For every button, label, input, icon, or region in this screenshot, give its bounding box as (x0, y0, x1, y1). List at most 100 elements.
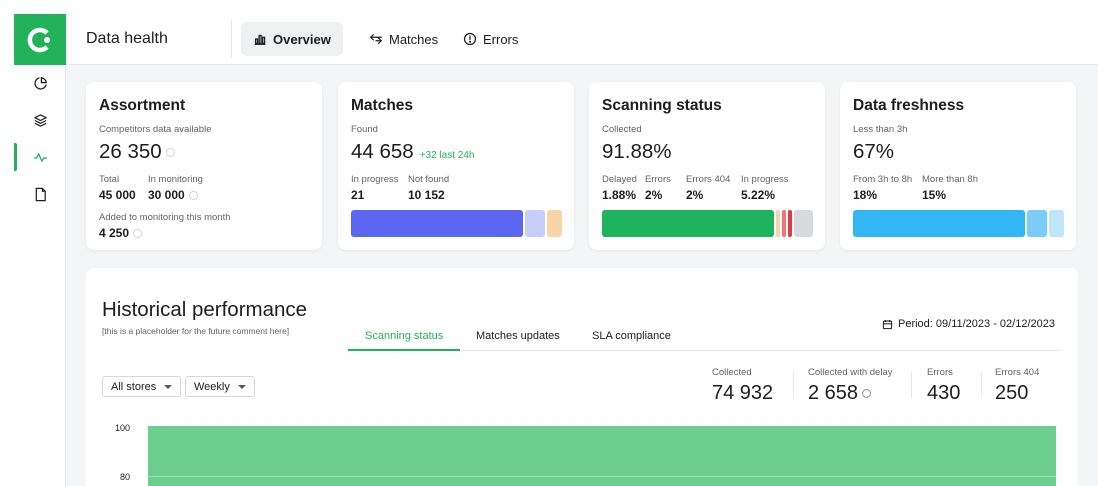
sidebar-item-dashboard[interactable] (14, 69, 66, 97)
added-label: Added to monitoring this month (99, 212, 231, 223)
store-dropdown[interactable]: All stores (102, 376, 182, 397)
freshness-bar (853, 210, 1064, 237)
card-title: Scanning status (602, 97, 722, 114)
tab-scanning-status[interactable]: Scanning status (365, 330, 443, 342)
bar-chart-icon (254, 34, 266, 45)
tab-sla-compliance[interactable]: SLA compliance (592, 330, 671, 342)
period-selector[interactable]: Period: 09/11/2023 - 02/12/2023 (882, 318, 1055, 330)
tab-errors[interactable]: Errors (451, 22, 530, 56)
period-label: Period: 09/11/2023 - 02/12/2023 (898, 318, 1055, 330)
stat-delay-value-wrap: 2 658 (808, 382, 872, 405)
stat-divider (793, 372, 794, 398)
card-matches: Matches Found 44 658 +32 last 24h In prog… (338, 82, 574, 250)
stat-collected-value: 74 932 (712, 382, 774, 404)
arrows-swap-icon (370, 34, 382, 44)
collected-label: Collected (602, 124, 642, 135)
interval-dropdown-value: Weekly (194, 380, 230, 393)
not-found-value: 10 152 (408, 188, 445, 202)
more-than-8h-label: More than 8h (922, 174, 978, 185)
monitoring-label: In monitoring (148, 174, 203, 185)
more-than-8h-value: 15% (922, 188, 947, 202)
info-icon[interactable] (165, 148, 175, 158)
bar-segment-3h-to-8h[interactable] (1027, 210, 1047, 237)
tab-overview[interactable]: Overview (241, 22, 343, 56)
card-title: Assortment (99, 97, 186, 114)
stat-errors-404-value: 250 (995, 382, 1029, 404)
tab-overview-label: Overview (273, 31, 331, 47)
bar-segment-more-than-8h[interactable] (1049, 210, 1064, 237)
card-title: Data freshness (853, 97, 965, 114)
in-progress-value: 21 (351, 188, 365, 202)
y-tick-label: 80 (119, 472, 130, 482)
info-icon[interactable] (133, 229, 143, 239)
less-than-3h-value: 67% (853, 140, 895, 163)
info-icon[interactable] (188, 191, 198, 201)
3h-to-8h-label: From 3h to 8h (853, 174, 913, 185)
tab-matches-updates[interactable]: Matches updates (476, 330, 560, 342)
app-frame: Data health Overview Matches Errors Asso… (14, 14, 1098, 486)
stat-divider (911, 372, 912, 398)
tab-matches[interactable]: Matches (357, 22, 450, 56)
card-scanning-status: Scanning status Collected 91.88% Delayed… (589, 82, 825, 250)
stat-errors-404-label: Errors 404 (995, 367, 1040, 378)
interval-dropdown[interactable]: Weekly (185, 376, 255, 397)
scanning-bar (602, 210, 813, 237)
stat-delay-label: Collected with delay (808, 367, 893, 378)
3h-to-8h-value: 18% (853, 188, 878, 202)
bar-segment-collected[interactable] (602, 210, 774, 237)
tab-errors-label: Errors (483, 31, 519, 47)
y-tick-label: 100 (114, 423, 130, 433)
bar-segment-not-found[interactable] (547, 210, 562, 237)
stat-delay-value: 2 658 (808, 382, 859, 404)
grid-line (148, 476, 1056, 477)
top-bar: Data health Overview Matches Errors (66, 14, 1098, 65)
info-icon[interactable] (862, 389, 872, 399)
active-tab-indicator (348, 349, 460, 351)
monitoring-value-wrap: 30 000 (148, 188, 198, 202)
stat-errors-value: 430 (927, 382, 961, 404)
bar-segment-in-progress[interactable] (525, 210, 545, 237)
layers-icon (33, 113, 47, 127)
card-assortment: Assortment Competitors data available 26… (86, 82, 322, 250)
bar-segment-errors-404[interactable] (788, 210, 792, 237)
errors-404-value: 2% (686, 188, 704, 202)
page-title: Data health (86, 30, 168, 47)
section-subtitle: [this is a placeholder for the future co… (102, 326, 290, 336)
pie-chart-icon (33, 76, 47, 90)
bar-segment-delayed[interactable] (776, 210, 780, 237)
errors-404-label: Errors 404 (686, 174, 731, 185)
bar-segment-found[interactable] (351, 210, 523, 237)
less-than-3h-label: Less than 3h (853, 124, 908, 135)
sidebar-item-activity[interactable] (14, 143, 66, 171)
topbar-divider (231, 20, 232, 58)
scan-in-progress-label: In progress (741, 174, 789, 185)
bar-segment-in-progress[interactable] (794, 210, 813, 237)
added-value: 4 250 (99, 226, 130, 240)
bar-segment-errors[interactable] (782, 210, 786, 237)
caret-down-icon (237, 384, 246, 389)
card-title: Matches (351, 97, 414, 114)
found-label: Found (351, 124, 378, 135)
delayed-label: Delayed (602, 174, 637, 185)
bar-segment-less-than-3h[interactable] (853, 210, 1025, 237)
sidebar-item-documents[interactable] (14, 180, 66, 208)
in-progress-label: In progress (351, 174, 399, 185)
total-label: Total (99, 174, 120, 185)
available-value: 26 350 (99, 140, 162, 163)
not-found-label: Not found (408, 174, 450, 185)
available-label: Competitors data available (99, 124, 212, 135)
added-value-wrap: 4 250 (99, 226, 143, 240)
matches-bar (351, 210, 562, 237)
calendar-icon (882, 319, 893, 329)
document-icon (35, 187, 46, 201)
chart-bar[interactable] (148, 426, 1056, 486)
alert-circle-icon (463, 32, 477, 46)
card-data-freshness: Data freshness Less than 3h 67% From 3h … (840, 82, 1076, 250)
logo[interactable] (14, 14, 66, 65)
sidebar-item-layers[interactable] (14, 106, 66, 134)
available-value-wrap: 26 350 (99, 140, 175, 164)
tab-matches-label: Matches (389, 31, 439, 47)
sidebar (14, 14, 66, 486)
found-delta: +32 last 24h (419, 150, 475, 161)
store-dropdown-value: All stores (111, 380, 157, 393)
